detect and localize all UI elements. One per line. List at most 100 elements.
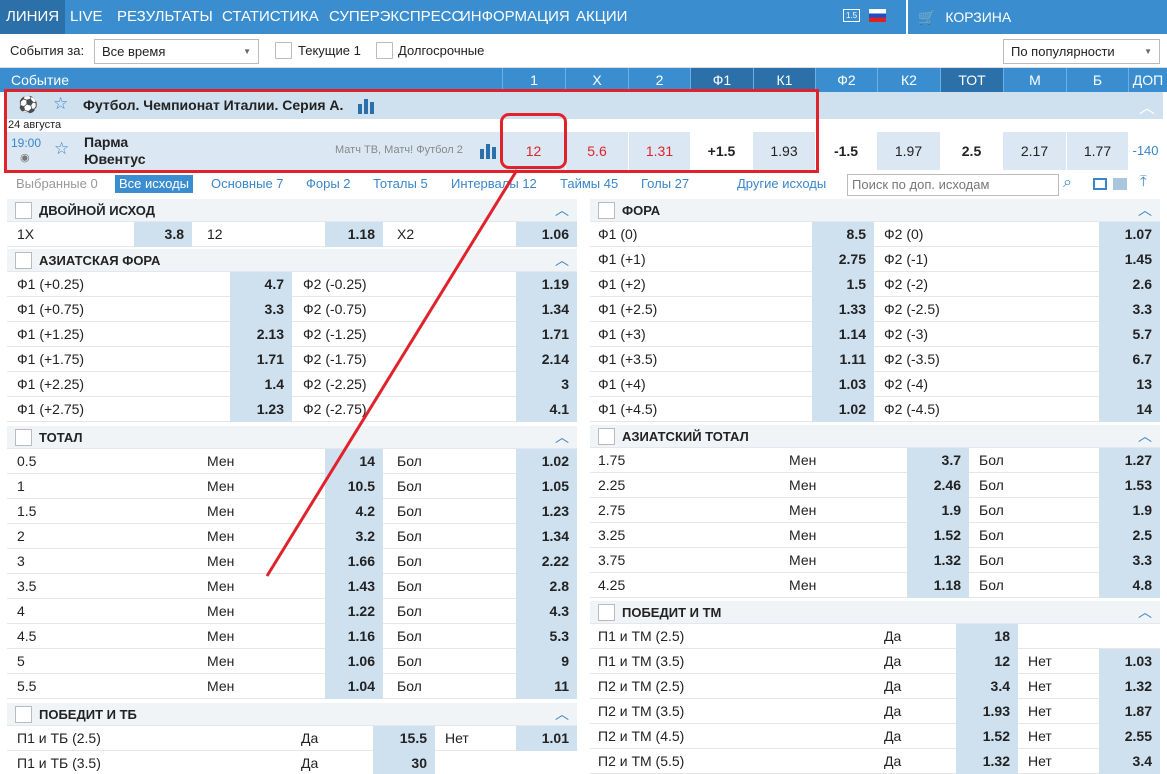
odd-cell[interactable]: 13 [1099, 372, 1160, 397]
odd-cell[interactable]: 1.06 [516, 222, 577, 247]
odd-cell[interactable]: 1.02 [812, 397, 874, 422]
odd-cell[interactable]: 12 [956, 649, 1018, 674]
odd-cell[interactable]: 1.01 [516, 726, 577, 751]
odd-cell[interactable]: 1.14 [812, 322, 874, 347]
odd-cell[interactable]: 1.27 [1099, 448, 1160, 473]
odd-cell[interactable]: 2.14 [516, 347, 577, 372]
market-header-asian-handicap[interactable]: АЗИАТСКАЯ ФОРА ︿ [7, 249, 577, 272]
current-checkbox[interactable] [275, 42, 292, 59]
tab-intervals[interactable]: Интервалы 12 [451, 175, 537, 193]
odd-cell[interactable]: 2.13 [230, 322, 292, 347]
odd-cell[interactable]: 2.8 [516, 574, 577, 599]
odd-cell[interactable]: 1.04 [325, 674, 383, 699]
odd-cell[interactable]: 3.7 [907, 448, 969, 473]
odd-cell[interactable]: 4.3 [516, 599, 577, 624]
odd-cell[interactable]: 2.6 [1099, 272, 1160, 297]
market-header-asian-total[interactable]: АЗИАТСКИЙ ТОТАЛ ︿ [590, 425, 1160, 448]
search-icon[interactable]: ⌕ [1063, 174, 1072, 192]
odd-cell[interactable]: 1.52 [907, 523, 969, 548]
collapse-chevron-icon[interactable]: ︿ [1138, 603, 1152, 621]
odd-cell[interactable]: 1.32 [1099, 674, 1160, 699]
nav-statistics[interactable]: СТАТИСТИКА [222, 0, 319, 34]
nav-live[interactable]: LIVE [70, 0, 103, 34]
tab-goals[interactable]: Голы 27 [641, 175, 689, 193]
market-header-handicap[interactable]: ФОРА ︿ [590, 199, 1160, 222]
odd-cell[interactable]: 1.87 [1099, 699, 1160, 724]
tab-main[interactable]: Основные 7 [211, 175, 284, 193]
odd-cell[interactable]: 4.1 [516, 397, 577, 422]
nav-information[interactable]: ИНФОРМАЦИЯ [460, 0, 570, 34]
odd-cell[interactable]: 1.4 [230, 372, 292, 397]
collapse-chevron-icon[interactable]: ︿ [1139, 94, 1155, 118]
tab-other[interactable]: Другие исходы [737, 175, 826, 193]
odd-cell[interactable]: 1.71 [230, 347, 292, 372]
market-checkbox[interactable] [15, 202, 32, 219]
two-column-view-icon[interactable] [1093, 178, 1107, 190]
longterm-checkbox[interactable] [376, 42, 393, 59]
odd-cell[interactable]: 14 [1099, 397, 1160, 422]
tab-selected[interactable]: Выбранные 0 [16, 175, 98, 193]
odd-cell[interactable]: 1.32 [907, 548, 969, 573]
odd-cell[interactable]: 10.5 [325, 474, 383, 499]
odd-cell[interactable]: 1.93 [956, 699, 1018, 724]
odd-cell[interactable]: 1.34 [516, 524, 577, 549]
market-checkbox[interactable] [598, 604, 615, 621]
odd-k2[interactable]: 1.97 [877, 132, 940, 170]
odd-cell[interactable]: 4.2 [325, 499, 383, 524]
odd-cell[interactable]: 2.55 [1099, 724, 1160, 749]
extra-markets-count[interactable]: -140 [1128, 132, 1163, 170]
one-column-view-icon[interactable] [1113, 178, 1127, 190]
odd-cell[interactable]: 1.16 [325, 624, 383, 649]
odd-cell[interactable]: 30 [373, 751, 435, 774]
odd-cell[interactable]: 18 [956, 624, 1018, 649]
tab-totals[interactable]: Тоталы 5 [373, 175, 428, 193]
odd-cell[interactable]: 2.22 [516, 549, 577, 574]
collapse-all-icon[interactable]: ⤒ [1140, 173, 1147, 190]
odd-cell[interactable]: 5.7 [1099, 322, 1160, 347]
odd-cell[interactable]: 3.4 [1099, 749, 1160, 774]
russian-flag-icon[interactable] [869, 9, 886, 22]
odd-cell[interactable]: 4.8 [1099, 573, 1160, 598]
odd-cell[interactable]: 1.23 [230, 397, 292, 422]
odd-cell[interactable]: 15.5 [373, 726, 435, 751]
tab-handicaps[interactable]: Форы 2 [306, 175, 351, 193]
odd-cell[interactable]: 9 [516, 649, 577, 674]
odd-cell[interactable]: 1.9 [907, 498, 969, 523]
odd-cell[interactable]: 3.3 [1099, 548, 1160, 573]
odd-cell[interactable]: 3.3 [1099, 297, 1160, 322]
market-header-win-over[interactable]: ПОБЕДИТ И ТБ ︿ [7, 703, 577, 726]
odd-cell[interactable]: 1.9 [1099, 498, 1160, 523]
odd-cell[interactable]: 2.75 [812, 247, 874, 272]
market-checkbox[interactable] [15, 429, 32, 446]
collapse-chevron-icon[interactable]: ︿ [555, 201, 569, 219]
odd-cell[interactable]: 1.53 [1099, 473, 1160, 498]
market-header-double[interactable]: ДВОЙНОЙ ИСХОД ︿ [7, 199, 577, 222]
odd-cell[interactable]: 11 [516, 674, 577, 699]
odd-cell[interactable]: 1.33 [812, 297, 874, 322]
collapse-chevron-icon[interactable]: ︿ [555, 251, 569, 269]
odd-cell[interactable]: 1.22 [325, 599, 383, 624]
odd-cell[interactable]: 1.34 [516, 297, 577, 322]
odd-cell[interactable]: 1.43 [325, 574, 383, 599]
collapse-chevron-icon[interactable]: ︿ [1138, 201, 1152, 219]
market-checkbox[interactable] [598, 428, 615, 445]
market-header-total[interactable]: ТОТАЛ ︿ [7, 426, 577, 449]
odd-cell[interactable]: 3.2 [325, 524, 383, 549]
odd-cell[interactable]: 1.18 [907, 573, 969, 598]
odd-cell[interactable]: 3.3 [230, 297, 292, 322]
extra-search-input[interactable]: Поиск по доп. исходам [847, 174, 1059, 196]
cart-button[interactable]: 🛒 КОРЗИНА [906, 0, 1167, 34]
odd-cell[interactable]: 2.46 [907, 473, 969, 498]
odd-cell[interactable]: 1.03 [1099, 649, 1160, 674]
odd-cell[interactable]: 1.05 [516, 474, 577, 499]
odd-cell[interactable]: 1.66 [325, 549, 383, 574]
tab-halves[interactable]: Таймы 45 [560, 175, 618, 193]
odd-cell[interactable]: 2.5 [1099, 523, 1160, 548]
odd-cell[interactable]: 1.23 [516, 499, 577, 524]
odd-cell[interactable]: 1.71 [516, 322, 577, 347]
odd-cell[interactable]: 1.5 [812, 272, 874, 297]
odd-cell[interactable]: 1.06 [325, 649, 383, 674]
odd-cell[interactable]: 1.45 [1099, 247, 1160, 272]
odd-cell[interactable]: 1.11 [812, 347, 874, 372]
odd-cell[interactable]: 1.52 [956, 724, 1018, 749]
